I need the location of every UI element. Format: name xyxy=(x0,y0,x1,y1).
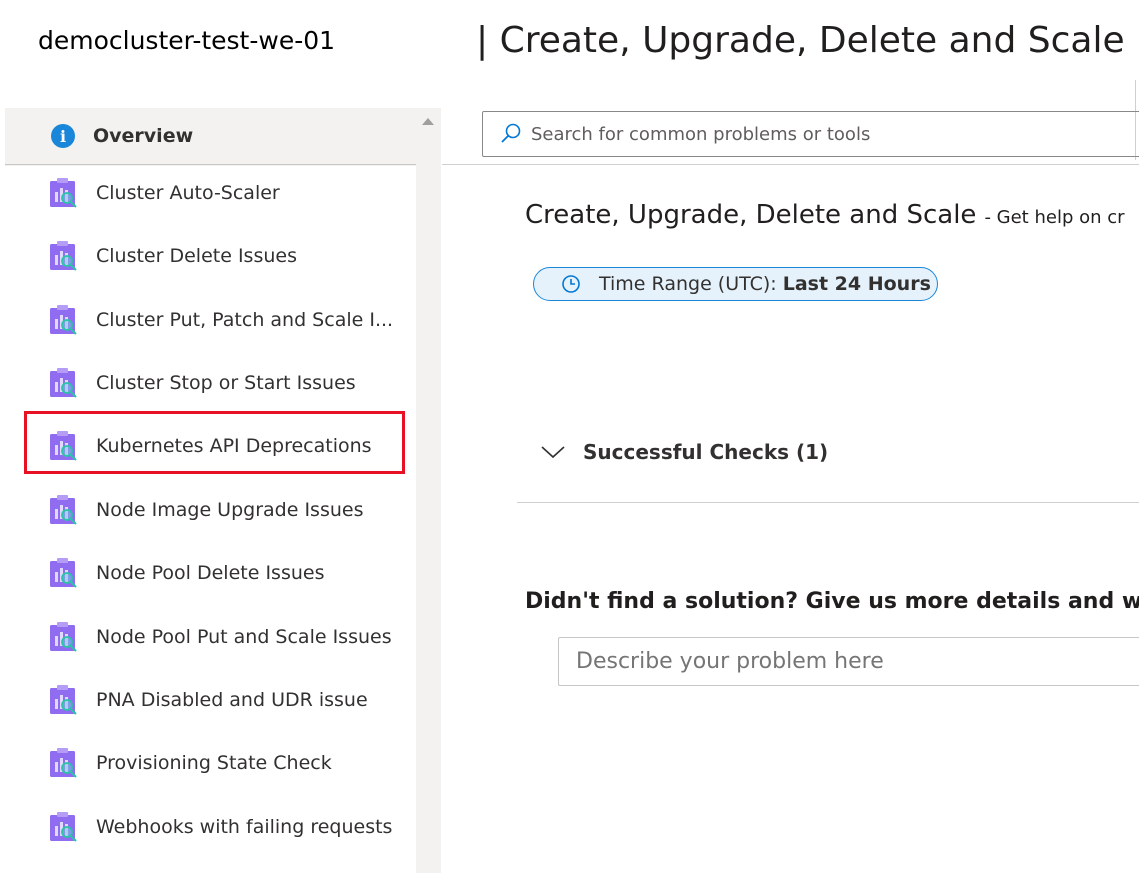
divider xyxy=(517,502,1139,503)
diagnostic-report-icon xyxy=(50,685,77,715)
time-range-label: Time Range (UTC): xyxy=(599,273,783,295)
sidebar-item[interactable]: Cluster Stop or Start Issues xyxy=(5,358,416,408)
successful-checks-label: Successful Checks (1) xyxy=(583,440,829,464)
diagnostic-report-icon xyxy=(50,748,77,778)
successful-checks-toggle[interactable]: Successful Checks (1) xyxy=(540,440,828,464)
sidebar-item-label: PNA Disabled and UDR issue xyxy=(96,689,368,711)
scroll-up-arrow-icon[interactable] xyxy=(422,118,434,125)
sidebar-item[interactable]: PNA Disabled and UDR issue xyxy=(5,675,416,725)
sidebar-item-label: Webhooks with failing requests xyxy=(96,816,393,838)
blade-title: | Create, Upgrade, Delete and Scale xyxy=(476,20,1125,61)
sidebar-item[interactable]: Cluster Put, Patch and Scale I... xyxy=(5,295,416,345)
sidebar-item-label: Provisioning State Check xyxy=(96,752,332,774)
sidebar-item[interactable]: Cluster Delete Issues xyxy=(5,231,416,281)
describe-problem-input[interactable] xyxy=(558,637,1139,686)
sidebar-item-label: Cluster Stop or Start Issues xyxy=(96,372,356,394)
highlight-box xyxy=(24,411,405,474)
page-subtitle: - Get help on cr xyxy=(984,207,1125,228)
cluster-name: democluster-test-we-01 xyxy=(38,26,336,55)
sidebar-item-label: Node Image Upgrade Issues xyxy=(96,499,364,521)
sidebar-item-label: Overview xyxy=(93,125,194,147)
sidebar-item[interactable]: Node Pool Delete Issues xyxy=(5,548,416,598)
sidebar-item[interactable]: Provisioning State Check xyxy=(5,738,416,788)
diagnostic-report-icon xyxy=(50,622,77,652)
sidebar-item[interactable]: Node Image Upgrade Issues xyxy=(5,485,416,535)
page-title: Create, Upgrade, Delete and Scale - Get h… xyxy=(525,200,1125,230)
diagnostic-report-icon xyxy=(50,305,77,335)
diagnostic-report-icon xyxy=(50,812,77,842)
sidebar-item-label: Cluster Put, Patch and Scale I... xyxy=(96,309,394,331)
sidebar-item-label: Cluster Auto-Scaler xyxy=(96,182,280,204)
chevron-down-icon xyxy=(541,446,565,459)
diagnostic-report-icon xyxy=(50,178,77,208)
sidebar-item[interactable]: Node Pool Put and Scale Issues xyxy=(5,612,416,662)
sidebar-item[interactable]: Webhooks with failing requests xyxy=(5,802,416,852)
clock-icon xyxy=(562,275,580,293)
diagnostic-report-icon xyxy=(50,495,77,525)
diagnostic-report-icon xyxy=(50,558,77,588)
diagnostic-report-icon xyxy=(50,241,77,271)
sidebar-item-label: Node Pool Delete Issues xyxy=(96,562,325,584)
search-input[interactable]: Search for common problems or tools xyxy=(482,111,1139,157)
time-range-button[interactable]: Time Range (UTC): Last 24 Hours xyxy=(533,267,938,301)
title-text: Create, Upgrade, Delete and Scale xyxy=(525,200,977,230)
search-icon xyxy=(501,123,521,143)
no-solution-heading: Didn't find a solution? Give us more det… xyxy=(525,589,1139,614)
time-range-value: Last 24 Hours xyxy=(782,273,931,295)
info-icon: i xyxy=(51,124,75,148)
sidebar-item-label: Node Pool Put and Scale Issues xyxy=(96,626,392,648)
sidebar-item-label: Cluster Delete Issues xyxy=(96,245,297,267)
sidebar-item-overview[interactable]: i Overview xyxy=(5,108,416,165)
diagnostic-report-icon xyxy=(50,368,77,398)
divider xyxy=(442,164,1139,165)
search-placeholder: Search for common problems or tools xyxy=(531,123,871,145)
sidebar-item[interactable]: Cluster Auto-Scaler xyxy=(5,168,416,218)
